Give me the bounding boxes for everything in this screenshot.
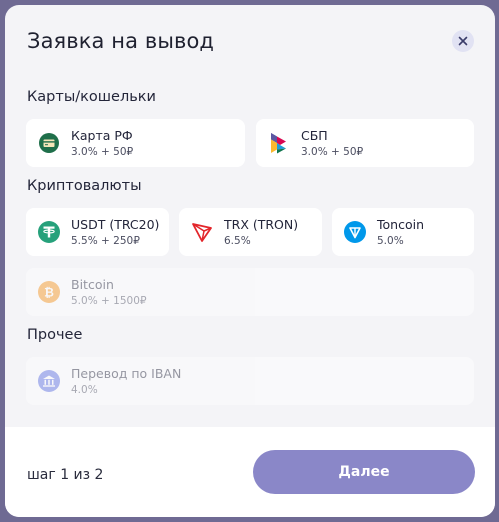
toncoin-icon xyxy=(344,221,366,243)
method-fee: 5.5% + 250₽ xyxy=(71,235,140,247)
method-fee: 5.0% xyxy=(377,235,404,247)
step-indicator: шаг 1 из 2 xyxy=(27,467,104,483)
close-button[interactable] xyxy=(452,30,474,52)
bank-card-icon xyxy=(38,132,60,154)
section-label-other: Прочее xyxy=(27,327,83,343)
section-label-crypto: Криптовалюты xyxy=(27,178,142,194)
section-label-cards: Карты/кошельки xyxy=(27,89,156,105)
next-button[interactable]: Далее xyxy=(253,450,475,494)
withdrawal-modal: Заявка на вывод Карты/кошельки Карта РФ … xyxy=(5,5,495,517)
svg-text:₿: ₿ xyxy=(44,286,54,300)
tron-icon xyxy=(191,221,213,243)
method-card-toncoin[interactable]: Toncoin 5.0% xyxy=(332,208,474,256)
modal-title: Заявка на вывод xyxy=(27,29,215,53)
method-card-rf[interactable]: Карта РФ 3.0% + 50₽ xyxy=(26,119,245,167)
method-name: Перевод по IBAN xyxy=(71,366,182,381)
method-name: Bitcoin xyxy=(71,277,114,292)
method-card-sbp[interactable]: СБП 3.0% + 50₽ xyxy=(256,119,474,167)
close-icon xyxy=(458,36,468,46)
method-name: Карта РФ xyxy=(71,128,133,143)
method-fee: 6.5% xyxy=(224,235,251,247)
tether-icon xyxy=(38,221,60,243)
method-fee: 3.0% + 50₽ xyxy=(71,146,134,158)
method-name: USDT (TRC20) xyxy=(71,217,160,232)
method-card-usdt[interactable]: USDT (TRC20) 5.5% + 250₽ xyxy=(26,208,169,256)
method-fee: 3.0% + 50₽ xyxy=(301,146,364,158)
sbp-icon xyxy=(268,132,290,154)
method-fee: 5.0% + 1500₽ xyxy=(71,295,147,307)
method-name: TRX (TRON) xyxy=(224,217,299,232)
method-name: Toncoin xyxy=(377,217,424,232)
method-name: СБП xyxy=(301,128,328,143)
method-card-trx[interactable]: TRX (TRON) 6.5% xyxy=(179,208,322,256)
method-fee: 4.0% xyxy=(71,384,98,396)
method-card-iban: Перевод по IBAN 4.0% xyxy=(26,357,474,405)
method-card-bitcoin: ₿ Bitcoin 5.0% + 1500₽ xyxy=(26,268,474,316)
bank-building-icon xyxy=(38,370,60,392)
modal-footer: шаг 1 из 2 Далее xyxy=(5,427,495,517)
bitcoin-icon: ₿ xyxy=(38,281,60,303)
